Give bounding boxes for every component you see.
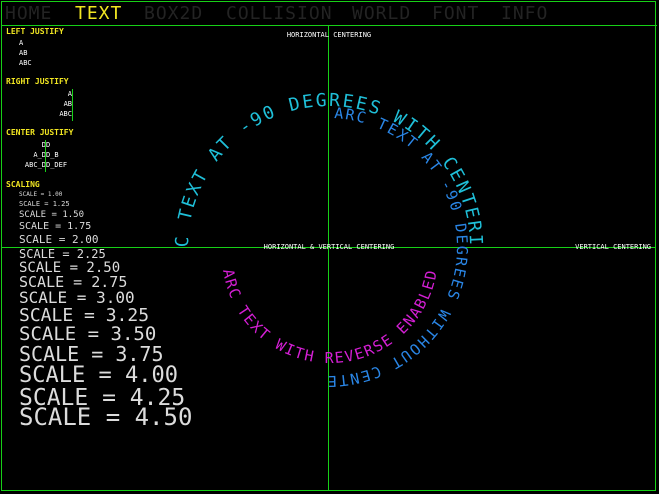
arc-text-layer: ARC TEXT AT -90 DEGREES WITH CENTERING A… [0,0,486,390]
canvas: HOME TEXT BOX2D COLLISION WORLD FONT INF… [0,0,659,494]
arc-text-centered: ARC TEXT AT -90 DEGREES WITH CENTERING [0,0,486,248]
arc-text-centered-path: ARC TEXT AT -90 DEGREES WITH CENTERING [0,0,484,248]
